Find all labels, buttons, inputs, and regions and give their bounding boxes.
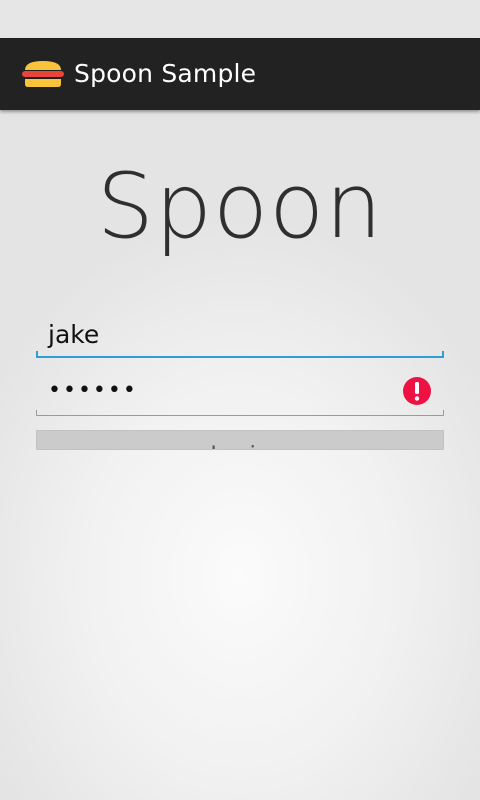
login-button[interactable]: Login	[36, 430, 444, 450]
status-bar	[0, 0, 480, 38]
username-underline	[36, 356, 444, 358]
password-underline-cap-left	[36, 410, 37, 416]
error-icon[interactable]	[402, 376, 432, 406]
username-field[interactable]: jake	[36, 312, 444, 358]
action-bar: Spoon Sample	[0, 38, 480, 110]
logo-text: Spoon	[96, 154, 384, 259]
app-title: Spoon Sample	[74, 59, 257, 88]
username-underline-cap-left	[36, 351, 38, 358]
burger-icon[interactable]	[22, 59, 64, 89]
username-underline-cap-right	[442, 351, 444, 358]
password-value: ••••••	[48, 378, 138, 403]
password-field[interactable]: ••••••	[36, 370, 444, 416]
login-button-label: Login	[37, 441, 443, 449]
password-underline	[36, 415, 444, 416]
username-value: jake	[48, 320, 100, 349]
password-underline-cap-right	[443, 410, 444, 416]
